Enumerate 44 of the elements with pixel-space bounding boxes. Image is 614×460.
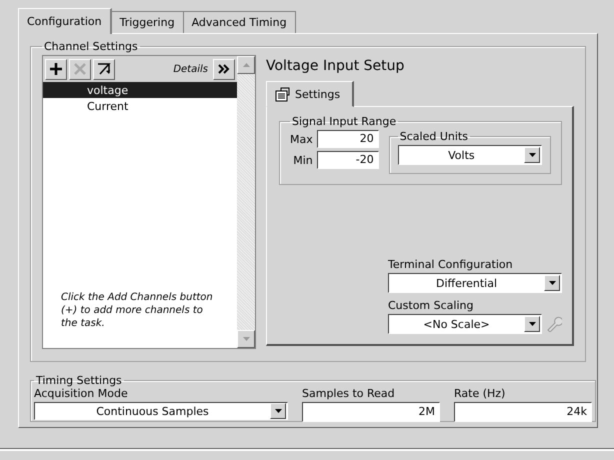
toolbar-button[interactable]	[45, 58, 67, 80]
caret-icon	[242, 63, 250, 67]
scaling-dropdown[interactable]: <No Scale>	[388, 314, 542, 334]
field-label: Rate (Hz)	[454, 387, 506, 400]
caret-icon	[274, 409, 282, 413]
scroll-down-button[interactable]	[237, 330, 255, 348]
details-label: Details	[173, 64, 208, 74]
field-label: Min	[293, 154, 313, 166]
input-field[interactable]: 24k	[454, 402, 592, 422]
tab[interactable]: Settings	[266, 81, 354, 107]
field-label: Terminal Configuration	[388, 258, 514, 271]
tab[interactable]: Advanced Timing	[182, 11, 296, 33]
toolbar-button[interactable]	[93, 58, 115, 80]
mode-dropdown[interactable]: Continuous Samples	[34, 402, 288, 420]
double-chevron-icon	[218, 64, 230, 74]
channel-item[interactable]: voltage	[43, 82, 237, 98]
caret-icon	[242, 337, 250, 341]
group-title: Signal Input Range	[291, 115, 398, 128]
field-label: Custom Scaling	[388, 299, 474, 312]
field-label: Samples to Read	[302, 387, 396, 400]
caret-icon	[528, 322, 536, 326]
settings-icon	[275, 86, 291, 102]
plus-icon	[49, 62, 63, 76]
scrollbar[interactable]	[237, 56, 255, 348]
group-title: Channel Settings	[43, 40, 139, 53]
units-dropdown[interactable]: Volts	[398, 145, 542, 165]
scroll-up-button[interactable]	[237, 56, 255, 74]
hint-text: Click the Add Channels button (+) to add more channels to the task.	[60, 291, 214, 330]
tab[interactable]: Configuration	[18, 8, 112, 34]
terminal-dropdown[interactable]: Differential	[388, 273, 562, 293]
group-title: Scaled Units	[398, 130, 469, 143]
x-icon	[73, 62, 87, 76]
field-label: Acquisition Mode	[34, 387, 129, 400]
input-field[interactable]: 20	[316, 130, 379, 148]
input-field[interactable]: 2M	[302, 402, 440, 422]
caret-icon	[548, 281, 556, 285]
setup-title: Voltage Input Setup	[266, 57, 406, 76]
field-label: Max	[290, 132, 313, 146]
channel-item[interactable]: Current	[43, 98, 237, 114]
caret-icon	[528, 153, 536, 157]
arrow-icon	[97, 62, 111, 76]
details-button[interactable]	[213, 58, 235, 80]
input-field[interactable]: -20	[316, 151, 379, 169]
group-title: Timing Settings	[35, 374, 123, 387]
